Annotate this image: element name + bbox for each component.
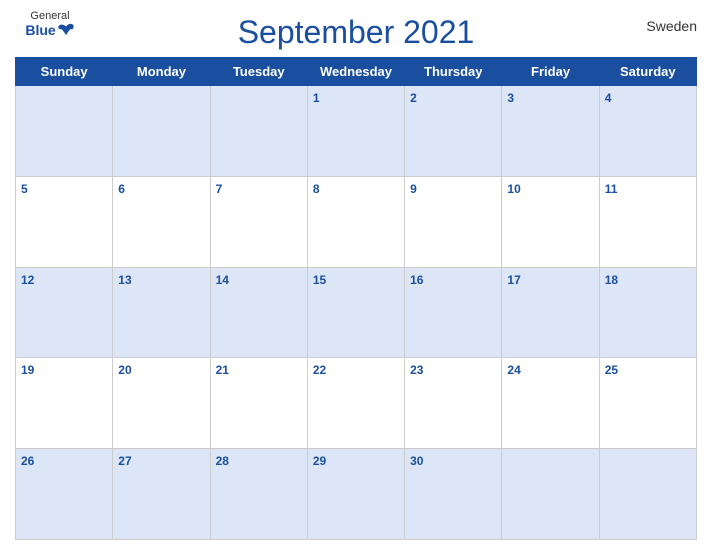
header-saturday: Saturday [599, 58, 696, 86]
day-number: 8 [313, 182, 320, 196]
header-thursday: Thursday [405, 58, 502, 86]
calendar-day-cell: 14 [210, 267, 307, 358]
day-number: 29 [313, 454, 326, 468]
calendar-day-cell: 22 [307, 358, 404, 449]
calendar-day-cell: 7 [210, 176, 307, 267]
country-label: Sweden [646, 18, 697, 34]
calendar-day-cell: 24 [502, 358, 599, 449]
day-number: 14 [216, 273, 229, 287]
logo: General Blue [15, 10, 85, 38]
calendar-week-row: 12 13 14 15 16 17 18 [16, 267, 697, 358]
calendar-container: General Blue September 2021 Sweden Sunda… [0, 0, 712, 550]
day-number: 16 [410, 273, 423, 287]
day-number: 6 [118, 182, 125, 196]
calendar-day-cell: 15 [307, 267, 404, 358]
day-number: 21 [216, 363, 229, 377]
calendar-day-cell [16, 86, 113, 177]
day-number: 26 [21, 454, 34, 468]
calendar-day-cell: 16 [405, 267, 502, 358]
day-number: 19 [21, 363, 34, 377]
calendar-day-cell [113, 86, 210, 177]
day-number: 11 [605, 182, 618, 196]
calendar-week-row: 1 2 3 4 [16, 86, 697, 177]
month-title: September 2021 [238, 14, 475, 51]
day-number: 28 [216, 454, 229, 468]
logo-blue: Blue [25, 22, 74, 38]
calendar-day-cell: 2 [405, 86, 502, 177]
day-number: 15 [313, 273, 326, 287]
calendar-day-cell [599, 449, 696, 540]
day-number: 9 [410, 182, 417, 196]
calendar-day-cell: 19 [16, 358, 113, 449]
day-number: 25 [605, 363, 618, 377]
day-number: 7 [216, 182, 223, 196]
day-number: 3 [507, 91, 514, 105]
day-number: 24 [507, 363, 520, 377]
calendar-day-cell: 29 [307, 449, 404, 540]
calendar-day-cell: 5 [16, 176, 113, 267]
calendar-day-cell: 11 [599, 176, 696, 267]
day-number: 4 [605, 91, 612, 105]
calendar-table: Sunday Monday Tuesday Wednesday Thursday… [15, 57, 697, 540]
day-number: 12 [21, 273, 34, 287]
calendar-day-cell: 6 [113, 176, 210, 267]
day-number: 22 [313, 363, 326, 377]
calendar-week-row: 5 6 7 8 9 10 11 [16, 176, 697, 267]
calendar-day-cell: 9 [405, 176, 502, 267]
header-sunday: Sunday [16, 58, 113, 86]
weekday-header-row: Sunday Monday Tuesday Wednesday Thursday… [16, 58, 697, 86]
header-friday: Friday [502, 58, 599, 86]
day-number: 17 [507, 273, 520, 287]
calendar-day-cell [210, 86, 307, 177]
calendar-day-cell: 1 [307, 86, 404, 177]
calendar-day-cell: 21 [210, 358, 307, 449]
logo-general: General [30, 10, 69, 22]
calendar-day-cell: 12 [16, 267, 113, 358]
calendar-day-cell: 23 [405, 358, 502, 449]
calendar-day-cell: 10 [502, 176, 599, 267]
header-tuesday: Tuesday [210, 58, 307, 86]
day-number: 30 [410, 454, 423, 468]
calendar-day-cell: 13 [113, 267, 210, 358]
day-number: 13 [118, 273, 131, 287]
calendar-header: General Blue September 2021 Sweden [15, 10, 697, 51]
calendar-day-cell: 27 [113, 449, 210, 540]
calendar-day-cell: 26 [16, 449, 113, 540]
calendar-day-cell: 20 [113, 358, 210, 449]
calendar-week-row: 26 27 28 29 30 [16, 449, 697, 540]
day-number: 18 [605, 273, 618, 287]
day-number: 10 [507, 182, 520, 196]
calendar-day-cell: 30 [405, 449, 502, 540]
calendar-week-row: 19 20 21 22 23 24 25 [16, 358, 697, 449]
calendar-day-cell: 3 [502, 86, 599, 177]
day-number: 27 [118, 454, 131, 468]
calendar-day-cell: 18 [599, 267, 696, 358]
header-wednesday: Wednesday [307, 58, 404, 86]
calendar-day-cell: 8 [307, 176, 404, 267]
day-number: 1 [313, 91, 320, 105]
day-number: 5 [21, 182, 28, 196]
day-number: 2 [410, 91, 417, 105]
header-monday: Monday [113, 58, 210, 86]
calendar-day-cell: 25 [599, 358, 696, 449]
calendar-day-cell: 17 [502, 267, 599, 358]
calendar-day-cell: 4 [599, 86, 696, 177]
day-number: 20 [118, 363, 131, 377]
calendar-day-cell [502, 449, 599, 540]
day-number: 23 [410, 363, 423, 377]
calendar-day-cell: 28 [210, 449, 307, 540]
